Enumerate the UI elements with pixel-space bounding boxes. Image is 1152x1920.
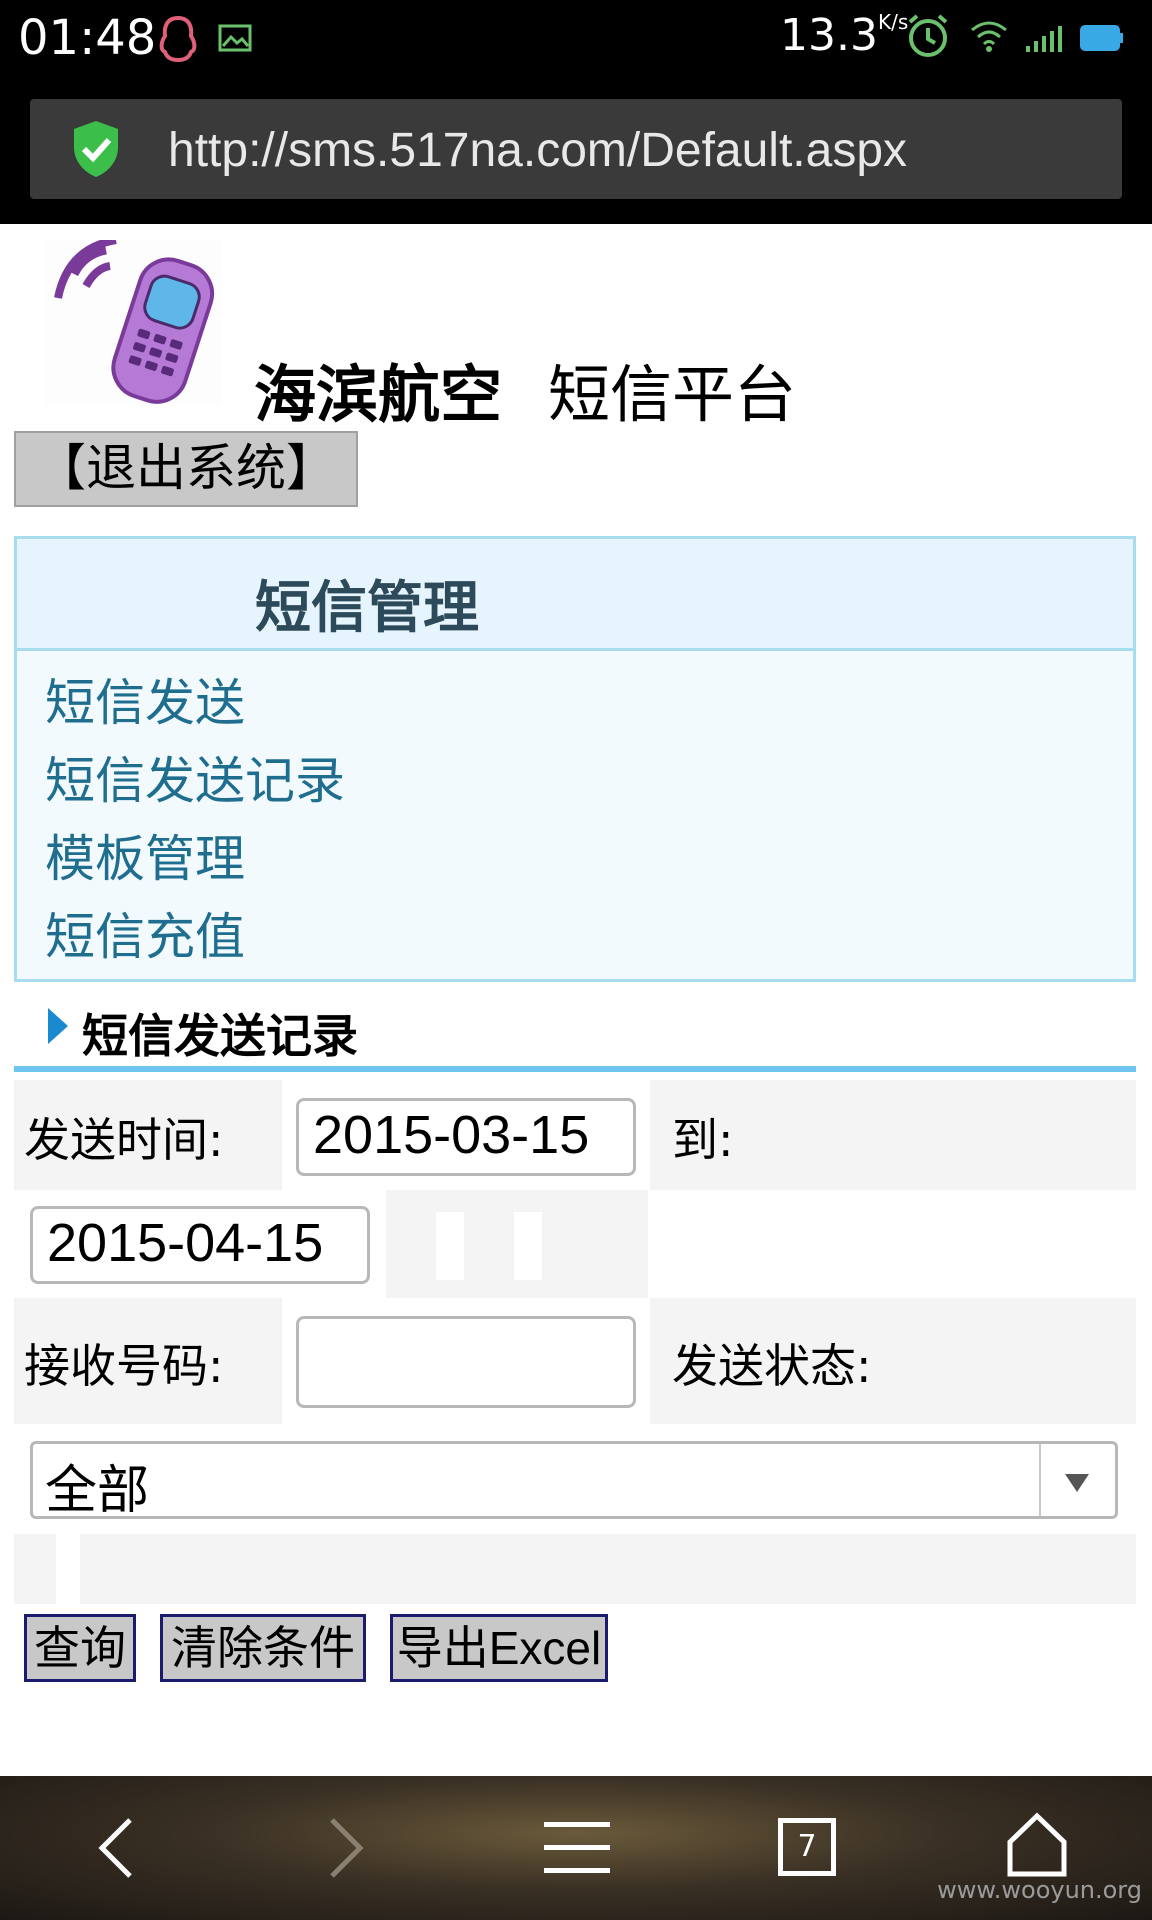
back-icon[interactable] [96, 1816, 136, 1880]
home-icon[interactable] [1006, 1812, 1068, 1878]
forward-icon[interactable] [326, 1816, 366, 1880]
platform-name: 短信平台 [548, 358, 797, 431]
blank-block [514, 1212, 542, 1280]
image-icon [218, 24, 252, 52]
menu-icon[interactable] [544, 1820, 610, 1876]
sms-management-menu: 短信管理 短信发送 短信发送记录 模板管理 短信充值 [14, 536, 1136, 982]
send-status-select[interactable]: 全部 [30, 1441, 1118, 1521]
blank-block [436, 1212, 464, 1280]
signal-icon [1026, 26, 1062, 52]
url-text[interactable]: http://sms.517na.com/Default.aspx [168, 123, 907, 178]
send-status-label: 发送状态: [672, 1339, 872, 1393]
qq-icon [159, 15, 197, 63]
menu-header: 短信管理 [17, 539, 1133, 651]
browser-toolbar: http://sms.517na.com/Default.aspx [0, 78, 1152, 224]
network-speed: 13.3K/s [780, 10, 909, 61]
wifi-icon [971, 21, 1007, 52]
section-divider [14, 1066, 1136, 1072]
section-arrow-icon [48, 1008, 68, 1044]
clock: 01:48 [18, 10, 157, 66]
battery-icon [1080, 25, 1123, 51]
logout-button[interactable]: 【退出系统】 [14, 431, 358, 507]
alarm-icon [908, 14, 948, 57]
menu-item-sms-recharge[interactable]: 短信充值 [45, 897, 245, 969]
blank-block [56, 1534, 80, 1604]
mobile-phone-icon [44, 240, 222, 406]
phone-label: 接收号码: [24, 1339, 224, 1393]
query-button[interactable]: 查询 [24, 1614, 136, 1682]
section-title: 短信发送记录 [82, 1009, 358, 1063]
clear-conditions-button[interactable]: 清除条件 [160, 1614, 366, 1682]
dropdown-toggle[interactable] [1039, 1444, 1115, 1516]
phone-number-input[interactable] [296, 1316, 636, 1408]
date-from-input[interactable]: 2015-03-15 [296, 1098, 636, 1176]
chevron-down-icon [1065, 1474, 1089, 1492]
date-to-input[interactable]: 2015-04-15 [30, 1206, 370, 1284]
menu-title: 短信管理 [255, 576, 479, 641]
tabs-icon[interactable]: 7 [778, 1818, 836, 1876]
form-spacer [14, 1534, 1136, 1604]
address-bar[interactable]: http://sms.517na.com/Default.aspx [30, 99, 1122, 199]
brand-name: 海滨航空 [254, 358, 503, 431]
export-excel-button[interactable]: 导出Excel [390, 1614, 608, 1682]
menu-item-sms-send[interactable]: 短信发送 [45, 663, 245, 735]
menu-item-sms-records[interactable]: 短信发送记录 [45, 741, 345, 813]
to-label: 到: [672, 1113, 734, 1167]
status-bar: 01:48 13.3K/s [0, 0, 1152, 78]
menu-item-template-management[interactable]: 模板管理 [45, 819, 245, 891]
send-status-value: 全部 [45, 1461, 150, 1521]
watermark: www.wooyun.org [937, 1876, 1142, 1904]
send-time-label: 发送时间: [24, 1113, 224, 1167]
shield-check-icon [74, 121, 118, 177]
